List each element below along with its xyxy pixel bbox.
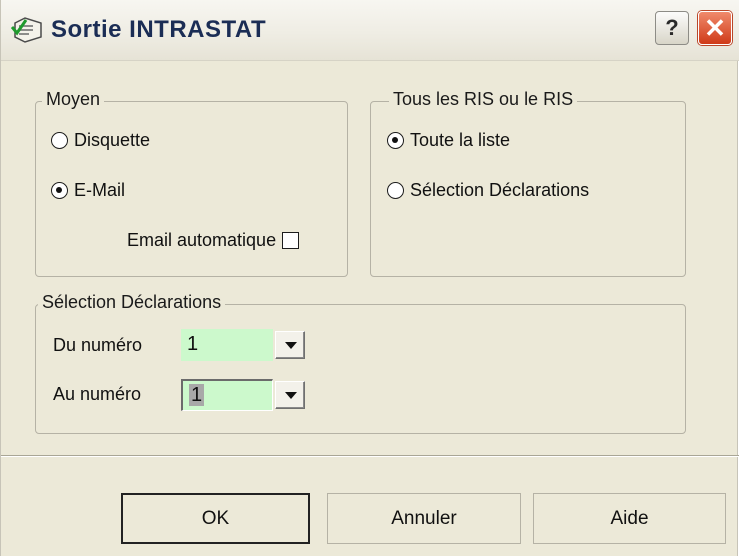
printer-check-icon: [11, 17, 42, 43]
ris-legend: Tous les RIS ou le RIS: [389, 89, 578, 110]
selection-legend: Sélection Déclarations: [38, 292, 226, 313]
radio-selection-declarations[interactable]: Sélection Déclarations: [387, 177, 589, 203]
radio-email-circle[interactable]: [51, 181, 68, 199]
close-button[interactable]: ✕: [698, 11, 732, 45]
radio-email-label: E-Mail: [74, 179, 126, 200]
cancel-button[interactable]: Annuler: [327, 493, 521, 544]
to-number-label: Au numéro: [53, 384, 142, 404]
email-auto-checkbox[interactable]: [282, 232, 300, 249]
radio-toute-liste-circle[interactable]: [387, 131, 404, 149]
to-number-field[interactable]: 1: [181, 379, 273, 411]
radio-email[interactable]: E-Mail: [51, 177, 125, 203]
to-number-dropdown[interactable]: [275, 381, 305, 409]
radio-toute-liste[interactable]: Toute la liste: [387, 127, 510, 153]
from-number-field[interactable]: 1: [181, 329, 273, 361]
ok-button[interactable]: OK: [121, 493, 310, 544]
button-area-separator: [1, 455, 739, 457]
window-title: Sortie INTRASTAT: [51, 16, 267, 43]
radio-disquette-circle[interactable]: [51, 131, 68, 149]
chevron-down-icon: [285, 342, 297, 349]
radio-disquette-label: Disquette: [74, 129, 151, 150]
moyen-legend: Moyen: [42, 89, 105, 110]
from-number-dropdown[interactable]: [275, 331, 305, 359]
title-bar[interactable]: Sortie INTRASTAT ? ✕: [1, 0, 739, 61]
from-number-label: Du numéro: [53, 335, 143, 355]
radio-selection-label: Sélection Déclarations: [410, 179, 590, 200]
chevron-down-icon: [285, 392, 297, 399]
intrastat-dialog: Sortie INTRASTAT ? ✕ Moyen Disquette E-M…: [0, 0, 739, 556]
radio-toute-liste-label: Toute la liste: [410, 129, 511, 150]
help-button[interactable]: ?: [655, 11, 689, 45]
radio-disquette[interactable]: Disquette: [51, 127, 150, 153]
selection-group: Sélection Déclarations: [35, 292, 686, 434]
email-auto-checkbox-row[interactable]: Email automatique: [127, 230, 300, 251]
email-auto-label: Email automatique: [127, 230, 277, 250]
to-number-value[interactable]: 1: [189, 384, 205, 406]
radio-selection-circle[interactable]: [387, 181, 404, 199]
help-action-button[interactable]: Aide: [533, 493, 726, 544]
